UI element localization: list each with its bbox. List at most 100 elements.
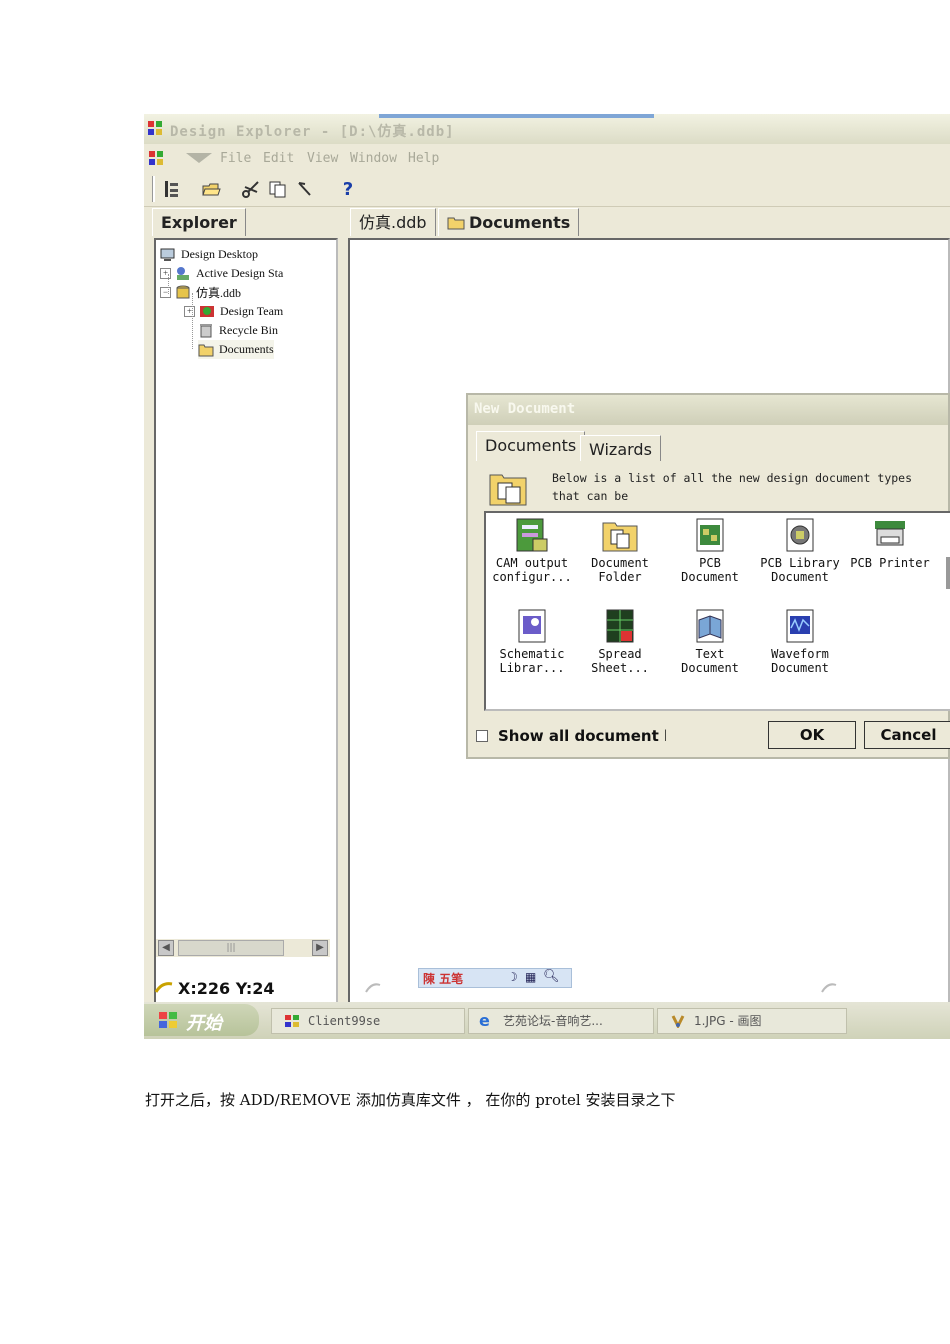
menu-window[interactable]: Window — [350, 151, 397, 166]
tree-item-ddb[interactable]: − 仿真.ddb — [160, 283, 241, 302]
menu-edit[interactable]: Edit — [263, 151, 294, 166]
folder-icon — [447, 217, 465, 230]
copy-icon — [269, 181, 286, 198]
cut-button[interactable] — [240, 178, 262, 200]
doc-type-pcb-document[interactable]: PCB Document — [668, 517, 752, 584]
title-bar: Design Explorer - [D:\仿真.ddb] — [144, 114, 950, 144]
open-button[interactable] — [200, 178, 222, 200]
scroll-right-icon[interactable]: ▶ — [312, 940, 328, 956]
start-label: 开始 — [186, 1013, 222, 1034]
tab-dialog-wizards[interactable]: Wizards — [580, 435, 661, 461]
ime-moon-icon[interactable]: ☽ — [507, 970, 518, 984]
tree-toggle-button[interactable] — [161, 178, 183, 200]
ime-label: 陳 五笔 — [423, 972, 464, 986]
taskbar-item-label: 1.JPG - 画图 — [694, 1014, 762, 1028]
doc-type-label-1: Waveform — [771, 647, 829, 661]
tab-dialog-documents[interactable]: Documents — [476, 431, 586, 461]
doc-type-document-folder[interactable]: Document Folder — [578, 517, 662, 584]
menu-view[interactable]: View — [307, 151, 338, 166]
dropdown-arrow-icon[interactable] — [184, 151, 214, 165]
tab-documents-label: Documents — [469, 213, 571, 232]
cursor-coordinates: X:226 Y:24 — [178, 979, 275, 998]
show-all-label: Show all document ki — [498, 727, 666, 745]
tree-item-recycle-bin[interactable]: Recycle Bin — [198, 321, 278, 340]
start-button[interactable]: 开始 — [144, 1004, 259, 1036]
cam-output-icon — [513, 517, 551, 553]
doc-type-label-1: Document — [591, 556, 649, 570]
status-bar: X:226 Y:24 陳 五笔 ☽ ▦ 🔍︎ — [144, 968, 950, 1002]
tree-item-label: 仿真.ddb — [196, 286, 242, 300]
doc-type-label-1: PCB Library — [760, 556, 840, 570]
show-all-checkbox[interactable] — [476, 730, 488, 742]
recycle-bin-icon — [200, 324, 212, 338]
tree-line — [168, 274, 170, 294]
doc-type-pcb-printer[interactable]: PCB Printer — [848, 517, 932, 570]
tree-item-design-desktop[interactable]: Design Desktop — [160, 245, 258, 264]
dialog-title-bar: New Document — [468, 395, 948, 425]
design-team-icon — [200, 306, 214, 317]
doc-type-label-2: Document — [771, 661, 829, 675]
tree-item-label: Design Team — [220, 304, 284, 318]
document-caption: 打开之后，按 ADD/REMOVE 添加仿真库文件 ， 在你的 protel 安… — [145, 1091, 676, 1109]
scroll-left-icon[interactable]: ◀ — [158, 940, 174, 956]
tree-item-active-design[interactable]: + Active Design Sta — [160, 264, 283, 283]
toolbar-grip — [152, 176, 155, 202]
ime-toolbar[interactable]: 陳 五笔 ☽ ▦ 🔍︎ — [418, 968, 572, 988]
tree-item-documents[interactable]: Documents — [198, 340, 274, 359]
question-mark-icon: ? — [342, 178, 354, 200]
doc-type-label-2: Document — [681, 570, 739, 584]
doc-type-text-document[interactable]: Text Document — [668, 608, 752, 675]
scroll-thumb[interactable]: ||| — [178, 940, 284, 956]
explorer-scrollbar[interactable]: ◀ ||| ▶ — [156, 939, 330, 957]
doc-type-waveform[interactable]: Waveform Document — [758, 608, 842, 675]
doc-type-spreadsheet[interactable]: Spread Sheet... — [578, 608, 662, 675]
doc-type-label-2: Document — [681, 661, 739, 675]
tree-item-label: Recycle Bin — [219, 323, 278, 337]
document-menu-icon[interactable] — [148, 150, 164, 166]
internet-explorer-icon: e — [479, 1011, 490, 1030]
cancel-button[interactable]: Cancel — [864, 721, 950, 749]
application-screenshot: Design Explorer - [D:\仿真.ddb] File Edit … — [144, 114, 950, 1039]
taskbar-item-label: 艺苑论坛-音响艺... — [503, 1014, 603, 1028]
menu-bar: File Edit View Window Help — [144, 144, 950, 172]
scissors-icon — [242, 181, 259, 198]
doc-type-label-2: Sheet... — [591, 661, 649, 675]
doc-type-label-2: configur... — [492, 570, 572, 584]
tree-item-design-team[interactable]: + Design Team — [184, 302, 283, 321]
document-folder-icon — [601, 517, 639, 553]
schematic-library-icon — [513, 608, 551, 644]
taskbar-item-paint[interactable]: 1.JPG - 画图 — [657, 1008, 847, 1034]
toolbar: ? — [144, 172, 950, 207]
help-button[interactable]: ? — [337, 178, 359, 200]
status-arrow-icon — [365, 983, 381, 993]
doc-type-pcb-library[interactable]: PCB Library Document — [758, 517, 842, 584]
list-scrollbar[interactable] — [946, 557, 950, 589]
tab-documents[interactable]: Documents — [438, 208, 580, 236]
menu-file[interactable]: File — [220, 151, 251, 166]
folder-icon — [198, 344, 214, 357]
tab-explorer[interactable]: Explorer — [152, 208, 246, 236]
tree-line — [192, 293, 194, 349]
doc-type-label-1: Spread — [598, 647, 642, 661]
doc-type-label-1: CAM output — [495, 556, 569, 570]
ime-keyboard-icon[interactable]: ▦ — [525, 970, 536, 984]
windows-logo-icon — [159, 1012, 177, 1028]
taskbar-item-client99se[interactable]: Client99se — [271, 1008, 465, 1034]
taskbar-item-forum[interactable]: e 艺苑论坛-音响艺... — [468, 1008, 654, 1034]
paste-button[interactable] — [294, 178, 316, 200]
tree-item-label: Design Desktop — [181, 247, 258, 261]
taskbar: 开始 Client99se e 艺苑论坛-音响艺... 1.JPG - 画图 — [144, 1002, 950, 1039]
tab-ddb[interactable]: 仿真.ddb — [350, 208, 436, 236]
doc-type-cam-output[interactable]: CAM output configur... — [490, 517, 574, 584]
paint-icon — [671, 1015, 685, 1028]
ok-button[interactable]: OK — [768, 721, 856, 749]
dialog-title: New Document — [474, 401, 576, 417]
tree-icon — [165, 181, 178, 197]
explorer-tree-panel: Design Desktop + Active Design Sta − 仿真.… — [154, 238, 338, 1039]
copy-button[interactable] — [267, 178, 289, 200]
waveform-icon — [781, 608, 819, 644]
ime-search-icon[interactable]: 🔍︎ — [543, 969, 560, 984]
taskbar-item-label: Client99se — [308, 1014, 381, 1028]
menu-help[interactable]: Help — [408, 151, 439, 166]
doc-type-schematic-library[interactable]: Schematic Librar... — [490, 608, 574, 675]
